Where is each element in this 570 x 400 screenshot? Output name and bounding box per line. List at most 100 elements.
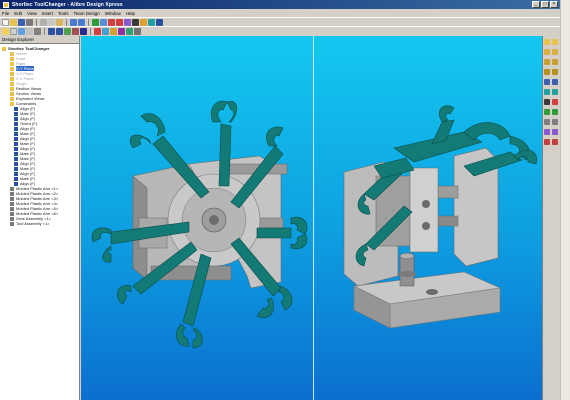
- print-icon[interactable]: [26, 18, 33, 26]
- palette-hole-icon[interactable]: [552, 59, 558, 65]
- folder-icon: [10, 51, 14, 56]
- mate-icon[interactable]: [56, 27, 63, 35]
- select-icon[interactable]: [92, 18, 99, 26]
- explode-icon[interactable]: [110, 27, 117, 35]
- menu-help[interactable]: Help: [126, 11, 135, 16]
- palette-scale-icon[interactable]: [552, 119, 558, 125]
- menu-tools[interactable]: Tools: [58, 11, 69, 16]
- menu-team-design[interactable]: Team Design: [74, 11, 100, 16]
- menu-window[interactable]: Window: [105, 11, 121, 16]
- viewport-right[interactable]: [314, 36, 542, 400]
- palette-thread-icon[interactable]: [552, 109, 558, 115]
- palette-hide-icon[interactable]: [552, 139, 558, 145]
- folder-icon: [10, 56, 14, 61]
- tree-item[interactable]: Tool Assembly <1>: [0, 221, 79, 226]
- sketch-icon[interactable]: [2, 27, 9, 35]
- menu-insert[interactable]: Insert: [42, 11, 53, 16]
- viewport-left[interactable]: [81, 36, 313, 400]
- properties-icon[interactable]: [126, 27, 133, 35]
- part-icon: [10, 196, 14, 201]
- palette-measure-icon[interactable]: [544, 129, 550, 135]
- zoom-in-icon[interactable]: [108, 18, 115, 26]
- window-scrollbar[interactable]: [560, 0, 570, 400]
- app-icon: [3, 1, 9, 8]
- palette-extrude-icon[interactable]: [544, 49, 550, 55]
- section-icon[interactable]: [102, 27, 109, 35]
- app-window: ShorItec ToolChanger - Alibre Design Xpr…: [0, 0, 570, 400]
- tangent-icon[interactable]: [80, 27, 87, 35]
- palette-revolve-icon[interactable]: [552, 49, 558, 55]
- constraint-icon: [14, 166, 18, 171]
- measure-icon[interactable]: [118, 27, 125, 35]
- save-icon[interactable]: [18, 18, 25, 26]
- shade-icon[interactable]: [140, 18, 147, 26]
- menu-view[interactable]: View: [27, 11, 37, 16]
- axis-icon[interactable]: [18, 27, 25, 35]
- stop-icon[interactable]: [94, 27, 101, 35]
- design-explorer: Design Explorer ShorItec ToolChanger Home…: [0, 36, 80, 400]
- menu-edit[interactable]: Edit: [14, 11, 22, 16]
- palette-delete-icon[interactable]: [544, 139, 550, 145]
- palette-plane-icon[interactable]: [552, 39, 558, 45]
- point-icon[interactable]: [26, 27, 33, 35]
- undo-icon[interactable]: [70, 18, 77, 26]
- plane-icon[interactable]: [10, 27, 17, 35]
- palette-cut-icon[interactable]: [544, 59, 550, 65]
- palette-split-icon[interactable]: [544, 119, 550, 125]
- settings-icon[interactable]: [134, 27, 141, 35]
- palette-chamfer-icon[interactable]: [552, 69, 558, 75]
- constraint-icon: [14, 141, 18, 146]
- part-icon: [10, 216, 14, 221]
- part-icon[interactable]: [34, 27, 41, 35]
- folder-icon: [10, 61, 14, 66]
- constraint-icon: [14, 126, 18, 131]
- constraint-icon: [14, 161, 18, 166]
- palette-sketch-icon[interactable]: [544, 39, 550, 45]
- paste-icon[interactable]: [56, 18, 63, 26]
- palette-loft-icon[interactable]: [552, 89, 558, 95]
- constraint-icon[interactable]: [48, 27, 55, 35]
- constraint-icon: [14, 181, 18, 186]
- constraint-icon: [14, 116, 18, 121]
- align-icon[interactable]: [64, 27, 71, 35]
- palette-section-icon[interactable]: [552, 129, 558, 135]
- rotate-icon[interactable]: [100, 18, 107, 26]
- folder-icon: [10, 91, 14, 96]
- new-icon[interactable]: [2, 18, 9, 26]
- palette-shell-icon[interactable]: [544, 79, 550, 85]
- zoom-out-icon[interactable]: [116, 18, 123, 26]
- zoom-fit-icon[interactable]: [124, 18, 131, 26]
- menu-file[interactable]: File: [2, 11, 9, 16]
- pan-icon[interactable]: [132, 18, 139, 26]
- palette-mirror-icon[interactable]: [544, 89, 550, 95]
- constraint-icon: [14, 156, 18, 161]
- maximize-button[interactable]: □: [541, 1, 549, 8]
- palette-pattern-icon[interactable]: [552, 79, 558, 85]
- folder-icon: [10, 81, 14, 86]
- folder-icon: [2, 46, 6, 51]
- part-icon: [10, 191, 14, 196]
- minimize-button[interactable]: _: [532, 1, 540, 8]
- redo-icon[interactable]: [78, 18, 85, 26]
- part-icon: [10, 221, 14, 226]
- palette-fillet-icon[interactable]: [544, 69, 550, 75]
- close-button[interactable]: ×: [550, 1, 558, 8]
- palette-sweep-icon[interactable]: [544, 99, 550, 105]
- copy-icon[interactable]: [48, 18, 55, 26]
- part-icon: [10, 201, 14, 206]
- wireframe-icon[interactable]: [148, 18, 155, 26]
- orient-icon[interactable]: [72, 27, 79, 35]
- design-explorer-header: Design Explorer: [0, 36, 79, 44]
- toolbar-separator: [36, 18, 37, 26]
- open-icon[interactable]: [10, 18, 17, 26]
- toolbar-separator: [90, 27, 91, 35]
- toolbar-separator: [66, 18, 67, 26]
- view-icon[interactable]: [156, 18, 163, 26]
- toolbar-separator: [88, 18, 89, 26]
- toolchanger-side-render: [343, 105, 538, 329]
- part-icon: [10, 211, 14, 216]
- palette-rib-icon[interactable]: [544, 109, 550, 115]
- cut-icon[interactable]: [40, 18, 47, 26]
- palette-draft-icon[interactable]: [552, 99, 558, 105]
- folder-icon: [10, 86, 14, 91]
